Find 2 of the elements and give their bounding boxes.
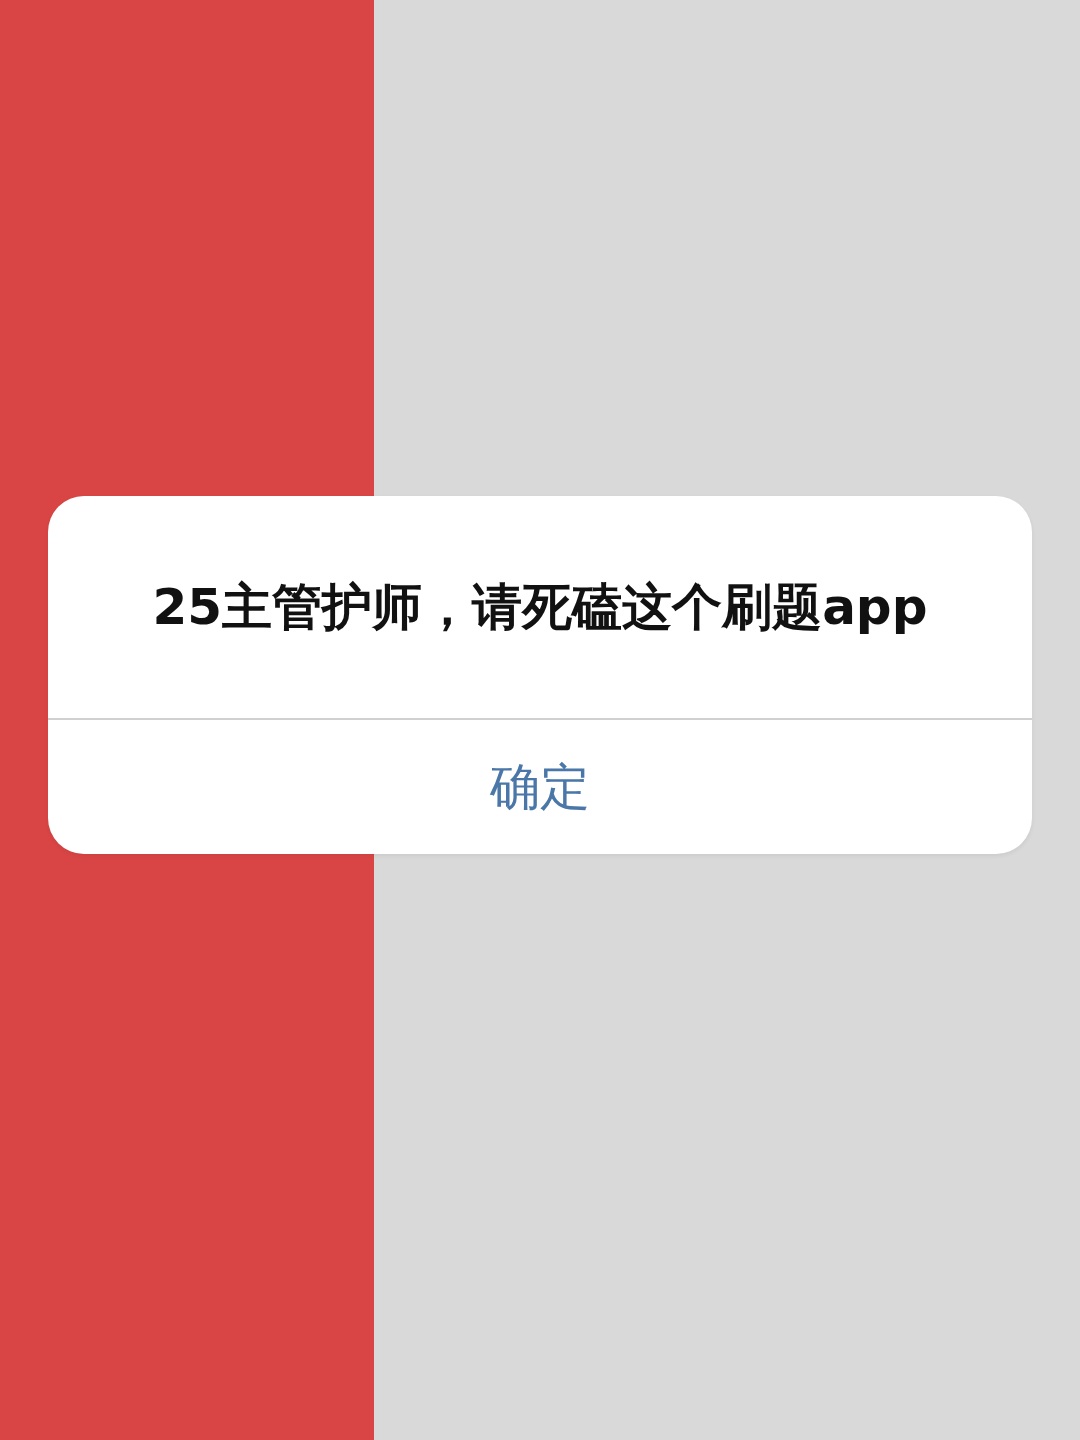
alert-title: 25主管护师，请死磕这个刷题app xyxy=(151,576,929,638)
confirm-button[interactable]: 确定 xyxy=(48,718,1032,854)
